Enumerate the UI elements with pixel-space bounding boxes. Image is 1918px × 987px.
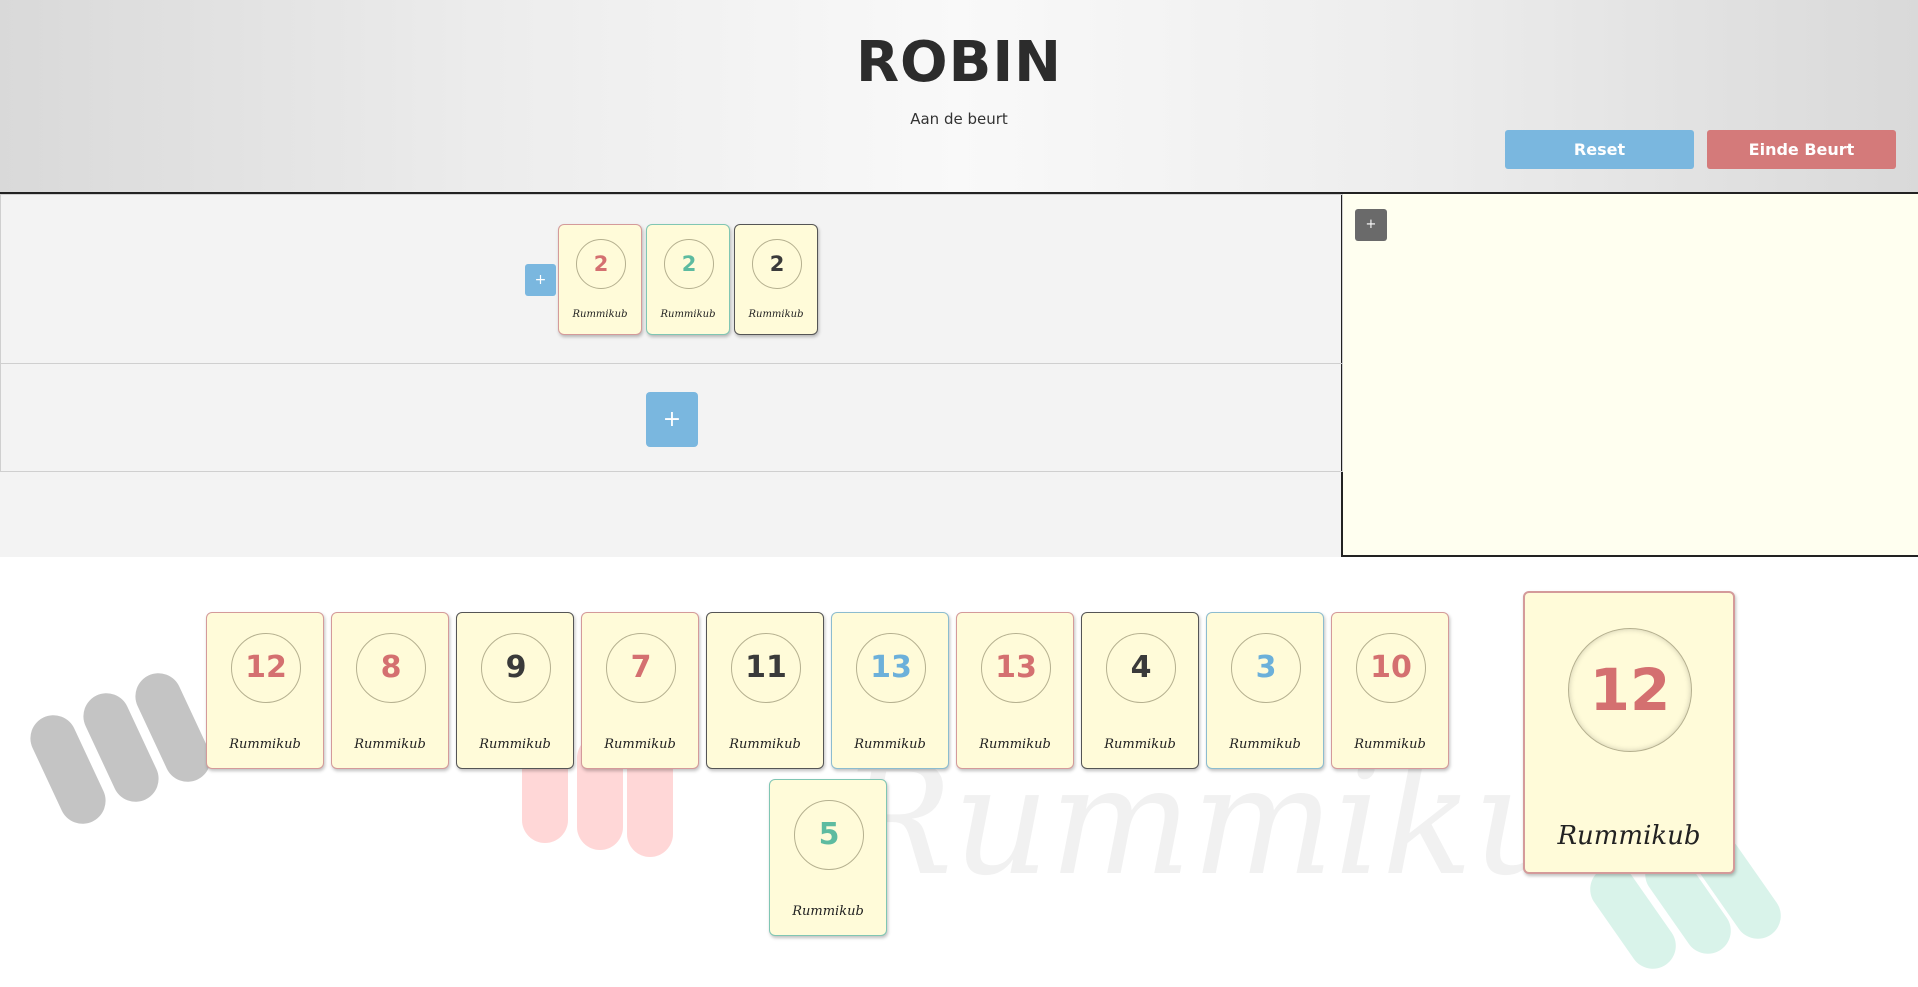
tile-number: 2 [752, 239, 802, 289]
tile-number: 12 [1568, 628, 1692, 752]
tile-brand: Rummikub [1229, 737, 1301, 752]
tile-number: 2 [576, 239, 626, 289]
board-tile[interactable]: 2 Rummikub [646, 224, 730, 335]
rack-tile[interactable]: 3 Rummikub [1206, 612, 1324, 769]
side-panel[interactable] [1343, 194, 1918, 557]
tile-brand: Rummikub [729, 737, 801, 752]
rack-tile[interactable]: 13 Rummikub [956, 612, 1074, 769]
tile-brand: Rummikub [979, 737, 1051, 752]
tile-number: 10 [1356, 633, 1426, 703]
rack-tile[interactable]: 9 Rummikub [456, 612, 574, 769]
side-panel-add-button[interactable]: + [1355, 209, 1387, 241]
rack-tile[interactable]: 12 Rummikub [206, 612, 324, 769]
reset-button[interactable]: Reset [1505, 130, 1694, 169]
tile-brand: Rummikub [604, 737, 676, 752]
tile-brand: Rummikub [660, 309, 716, 320]
rack-tile[interactable]: 7 Rummikub [581, 612, 699, 769]
tile-number: 3 [1231, 633, 1301, 703]
end-turn-button[interactable]: Einde Beurt [1707, 130, 1896, 169]
rack-tile[interactable]: 4 Rummikub [1081, 612, 1199, 769]
tile-number: 8 [356, 633, 426, 703]
rack-tile[interactable]: 8 Rummikub [331, 612, 449, 769]
tile-brand: Rummikub [354, 737, 426, 752]
tile-number: 7 [606, 633, 676, 703]
tile-number: 2 [664, 239, 714, 289]
tile-brand: Rummikub [229, 737, 301, 752]
turn-status: Aan de beurt [910, 110, 1008, 128]
tile-brand: Rummikub [1557, 821, 1701, 851]
rack-tile[interactable]: 11 Rummikub [706, 612, 824, 769]
tile-number: 11 [731, 633, 801, 703]
tile-number: 4 [1106, 633, 1176, 703]
rack-tile[interactable]: 5 Rummikub [769, 779, 887, 936]
selected-tile-preview[interactable]: 12 Rummikub [1523, 591, 1735, 874]
new-set-button[interactable]: + [646, 392, 698, 447]
tile-brand: Rummikub [572, 309, 628, 320]
tile-number: 13 [856, 633, 926, 703]
tile-brand: Rummikub [479, 737, 551, 752]
rack-tile[interactable]: 13 Rummikub [831, 612, 949, 769]
tile-brand: Rummikub [1354, 737, 1426, 752]
tile-number: 9 [481, 633, 551, 703]
tile-brand: Rummikub [854, 737, 926, 752]
tile-brand: Rummikub [748, 309, 804, 320]
rack-tile[interactable]: 10 Rummikub [1331, 612, 1449, 769]
tile-number: 12 [231, 633, 301, 703]
header: ROBIN Aan de beurt Reset Einde Beurt [0, 0, 1918, 194]
tile-number: 5 [794, 800, 864, 870]
board-tile[interactable]: 2 Rummikub [558, 224, 642, 335]
player-name: ROBIN [855, 30, 1063, 95]
tile-brand: Rummikub [792, 904, 864, 919]
add-to-set-button[interactable]: + [525, 264, 556, 296]
board-tile[interactable]: 2 Rummikub [734, 224, 818, 335]
tile-number: 13 [981, 633, 1051, 703]
tile-brand: Rummikub [1104, 737, 1176, 752]
